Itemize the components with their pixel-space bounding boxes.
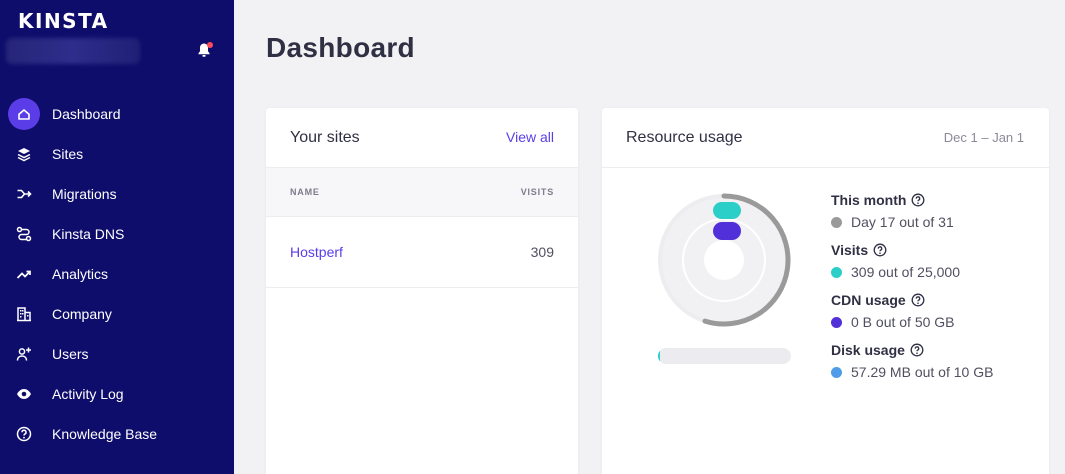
sidebar-item-sites[interactable]: Sites (0, 134, 234, 174)
stat-value: 0 B out of 50 GB (851, 314, 955, 330)
sidebar-item-activity-log[interactable]: Activity Log (0, 374, 234, 414)
help-icon[interactable] (911, 293, 925, 307)
sidebar-nav: Dashboard Sites Migrations Kinsta DNS An… (0, 94, 234, 454)
stat-this-month: This month Day 17 out of 31 (831, 192, 993, 242)
stat-title: This month (831, 192, 907, 208)
sidebar-item-label: Knowledge Base (52, 426, 158, 442)
help-icon[interactable] (873, 243, 887, 257)
your-sites-card: Your sites View all NAME VISITS Hostperf… (266, 108, 578, 474)
cdn-indicator (713, 222, 741, 240)
sidebar-item-label: Activity Log (52, 386, 124, 402)
sidebar-item-company[interactable]: Company (0, 294, 234, 334)
home-icon (8, 98, 40, 130)
usage-progress-bar (658, 348, 791, 364)
sidebar-item-label: Users (52, 346, 89, 362)
stat-visits: Visits 309 out of 25,000 (831, 242, 993, 292)
stat-disk-usage: Disk usage 57.29 MB out of 10 GB (831, 342, 993, 392)
stat-cdn-usage: CDN usage 0 B out of 50 GB (831, 292, 993, 342)
card-title: Your sites (290, 129, 360, 146)
site-visits-value: 309 (530, 244, 554, 260)
usage-stats: This month Day 17 out of 31 Visits 309 o… (831, 192, 993, 392)
column-header-name: NAME (290, 187, 320, 197)
sidebar-item-label: Kinsta DNS (52, 226, 125, 242)
trend-icon (8, 258, 40, 290)
sidebar-item-knowledge-base[interactable]: Knowledge Base (0, 414, 234, 454)
kinsta-logo[interactable]: KINSTA (18, 9, 109, 33)
help-icon[interactable] (910, 343, 924, 357)
migrations-icon (8, 178, 40, 210)
sidebar-item-dashboard[interactable]: Dashboard (0, 94, 234, 134)
sidebar-item-label: Dashboard (52, 106, 121, 122)
stat-value: 57.29 MB out of 10 GB (851, 364, 994, 380)
sidebar-item-kinsta-dns[interactable]: Kinsta DNS (0, 214, 234, 254)
account-name[interactable] (6, 38, 140, 64)
layers-icon (8, 138, 40, 170)
stat-value: Day 17 out of 31 (851, 214, 954, 230)
help-icon[interactable] (911, 193, 925, 207)
sidebar-item-label: Company (52, 306, 112, 322)
sidebar-item-analytics[interactable]: Analytics (0, 254, 234, 294)
sidebar-item-users[interactable]: Users (0, 334, 234, 374)
sidebar-item-migrations[interactable]: Migrations (0, 174, 234, 214)
sidebar-item-label: Migrations (52, 186, 117, 202)
card-header: Your sites View all (266, 108, 578, 168)
sidebar: KINSTA Dashboard Sites Migrations Kinsta… (0, 0, 234, 474)
card-title: Resource usage (626, 129, 743, 146)
help-circle-icon (8, 418, 40, 450)
stat-value: 309 out of 25,000 (851, 264, 960, 280)
user-add-icon (8, 338, 40, 370)
table-header: NAME VISITS (266, 168, 578, 217)
usage-donut-chart (658, 193, 791, 327)
usage-progress-fill (658, 348, 660, 364)
legend-dot (831, 366, 842, 378)
view-all-link[interactable]: View all (506, 129, 554, 145)
date-range: Dec 1 – Jan 1 (943, 130, 1024, 145)
site-name-link[interactable]: Hostperf (290, 244, 343, 260)
stat-title: Visits (831, 242, 869, 258)
card-header: Resource usage Dec 1 – Jan 1 (602, 108, 1049, 168)
sidebar-item-label: Analytics (52, 266, 109, 282)
column-header-visits: VISITS (520, 187, 554, 197)
building-icon (8, 298, 40, 330)
dns-icon (8, 218, 40, 250)
legend-dot (831, 316, 842, 328)
page-title: Dashboard (266, 32, 415, 63)
notification-dot (207, 42, 213, 48)
stat-title: Disk usage (831, 342, 905, 358)
sidebar-item-label: Sites (52, 146, 84, 162)
visits-indicator (713, 202, 741, 219)
resource-usage-card: Resource usage Dec 1 – Jan 1 This month … (602, 108, 1049, 474)
legend-dot (831, 266, 842, 278)
legend-dot (831, 216, 842, 228)
stat-title: CDN usage (831, 292, 906, 308)
eye-icon (8, 378, 40, 410)
table-row[interactable]: Hostperf 309 (266, 217, 578, 288)
